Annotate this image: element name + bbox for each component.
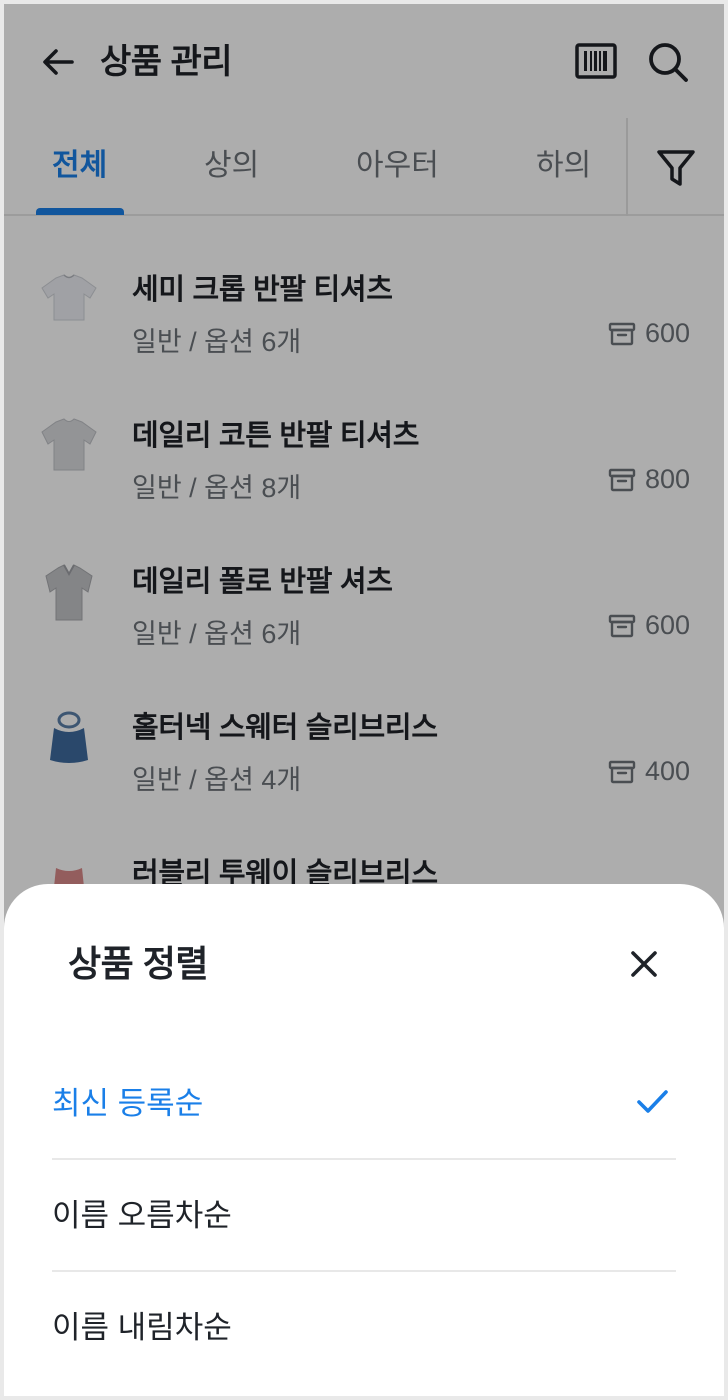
sort-option-label: 최신 등록순 (52, 1086, 204, 1121)
sort-option-label: 이름 오름차순 (52, 1198, 232, 1233)
close-button[interactable] (624, 944, 664, 984)
sort-option-name-asc[interactable]: 이름 오름차순 (52, 1160, 676, 1272)
sort-bottom-sheet: 상품 정렬 최신 등록순 이름 오름차순 이름 내림차순 (4, 884, 724, 1396)
sort-option-name-desc[interactable]: 이름 내림차순 (52, 1272, 676, 1384)
sheet-title: 상품 정렬 (68, 943, 208, 984)
check-icon (637, 1090, 668, 1113)
sort-option-label: 이름 내림차순 (52, 1310, 232, 1345)
app-frame: 상품 관리 전체 상의 아우터 하의 세미 크롭 반팔 티셔츠 일반 / 옵션 … (4, 4, 724, 1396)
sort-option-newest[interactable]: 최신 등록순 (52, 1048, 676, 1160)
close-icon (631, 951, 657, 977)
